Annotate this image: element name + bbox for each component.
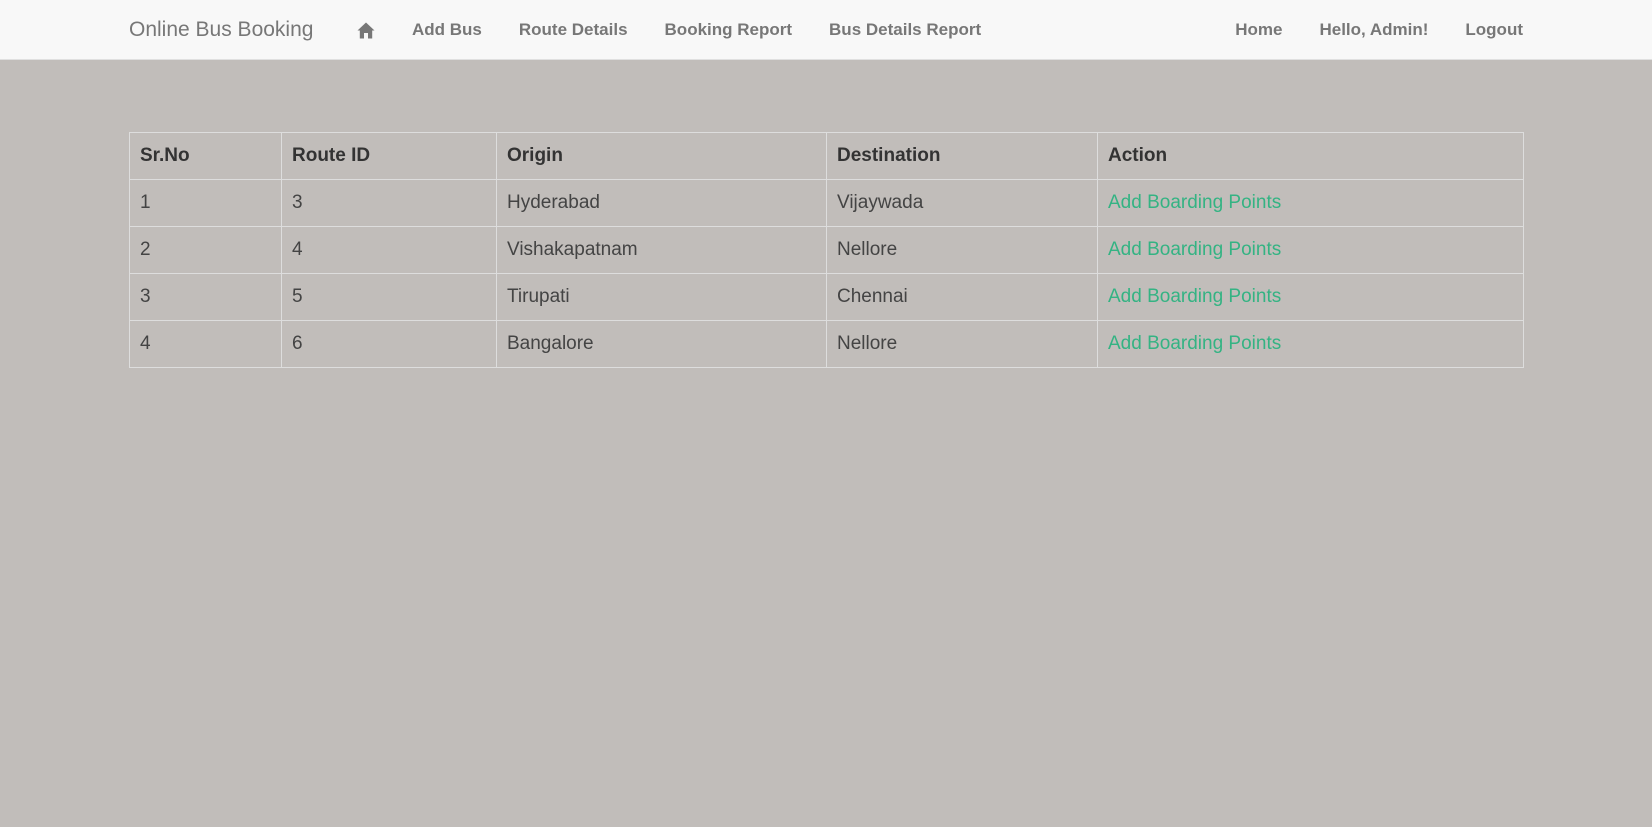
cell-route-id: 5 [281,273,497,321]
cell-origin: Vishakapatnam [496,226,827,274]
cell-origin: Tirupati [496,273,827,321]
cell-action: Add Boarding Points [1097,226,1524,274]
add-boarding-points-link[interactable]: Add Boarding Points [1108,239,1281,260]
nav-user-greeting[interactable]: Hello, Admin! [1319,20,1428,40]
top-navbar: Online Bus Booking Add Bus Route Details… [0,0,1652,60]
add-boarding-points-link[interactable]: Add Boarding Points [1108,333,1281,354]
cell-destination: Chennai [826,273,1098,321]
home-icon [357,22,375,39]
nav-right-group: Home Hello, Admin! Logout [1235,0,1523,60]
home-icon-link[interactable] [357,20,375,40]
header-origin: Origin [496,132,827,180]
cell-sr-no: 1 [129,179,282,227]
nav-add-bus[interactable]: Add Bus [412,20,482,40]
routes-table: Sr.No Route ID Origin Destination Action… [129,132,1524,368]
add-boarding-points-link[interactable]: Add Boarding Points [1108,192,1281,213]
cell-destination: Nellore [826,226,1098,274]
table-row: 1 3 Hyderabad Vijaywada Add Boarding Poi… [129,179,1524,227]
nav-left-group: Add Bus Route Details Booking Report Bus… [357,0,981,60]
cell-destination: Nellore [826,320,1098,368]
table-header-row: Sr.No Route ID Origin Destination Action [129,132,1524,180]
table-row: 4 6 Bangalore Nellore Add Boarding Point… [129,320,1524,368]
cell-route-id: 4 [281,226,497,274]
routes-table-container: Sr.No Route ID Origin Destination Action… [129,132,1524,368]
cell-route-id: 6 [281,320,497,368]
table-row: 3 5 Tirupati Chennai Add Boarding Points [129,273,1524,321]
cell-sr-no: 3 [129,273,282,321]
add-boarding-points-link[interactable]: Add Boarding Points [1108,286,1281,307]
cell-sr-no: 4 [129,320,282,368]
cell-origin: Hyderabad [496,179,827,227]
nav-route-details[interactable]: Route Details [519,20,628,40]
header-destination: Destination [826,132,1098,180]
cell-route-id: 3 [281,179,497,227]
cell-destination: Vijaywada [826,179,1098,227]
header-sr-no: Sr.No [129,132,282,180]
cell-action: Add Boarding Points [1097,273,1524,321]
nav-logout[interactable]: Logout [1465,20,1523,40]
cell-action: Add Boarding Points [1097,179,1524,227]
cell-sr-no: 2 [129,226,282,274]
brand-link[interactable]: Online Bus Booking [129,17,313,43]
cell-origin: Bangalore [496,320,827,368]
table-row: 2 4 Vishakapatnam Nellore Add Boarding P… [129,226,1524,274]
nav-bus-details-report[interactable]: Bus Details Report [829,20,981,40]
nav-booking-report[interactable]: Booking Report [665,20,793,40]
nav-home[interactable]: Home [1235,20,1282,40]
cell-action: Add Boarding Points [1097,320,1524,368]
header-action: Action [1097,132,1524,180]
header-route-id: Route ID [281,132,497,180]
